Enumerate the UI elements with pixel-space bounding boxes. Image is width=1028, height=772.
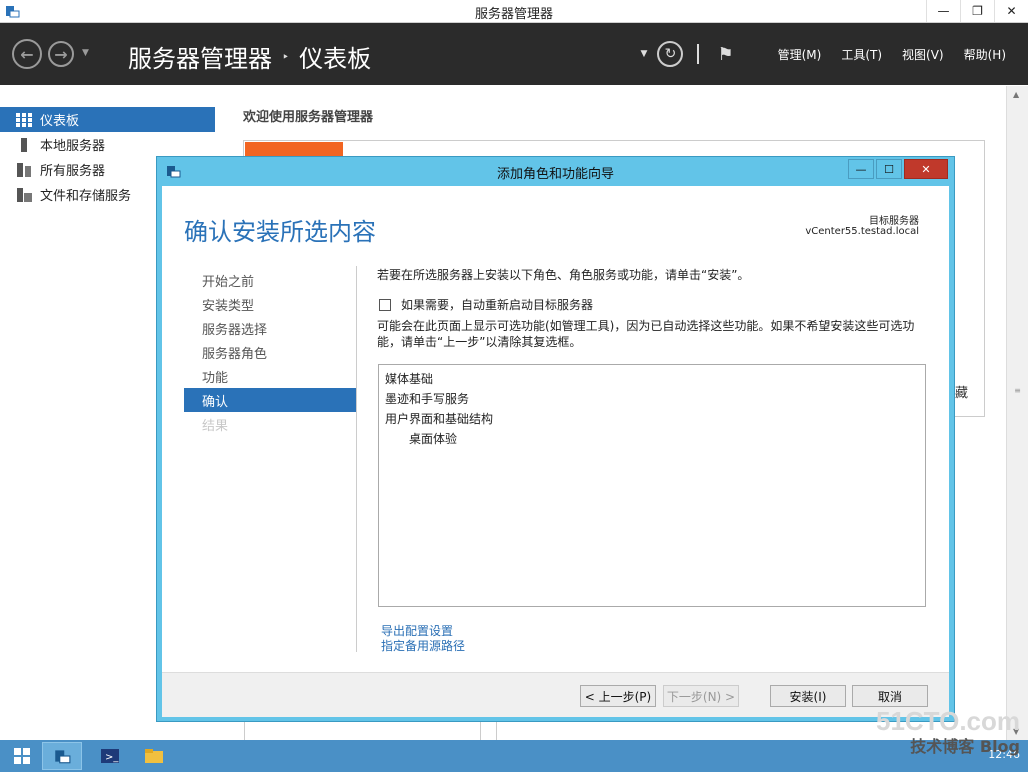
server-icon <box>21 137 27 152</box>
target-server-label: 目标服务器 <box>869 216 919 227</box>
forward-button[interactable]: → <box>48 41 74 67</box>
restore-button[interactable]: ❐ <box>960 0 994 22</box>
history-dropdown-icon[interactable]: ▼ <box>82 48 89 58</box>
close-icon: ✕ <box>921 162 931 176</box>
alternate-source-link[interactable]: 指定备用源路径 <box>381 637 465 654</box>
list-item: 用户界面和基础结构 <box>385 412 494 426</box>
svg-text:>_: >_ <box>105 752 119 763</box>
sidebar-item-label: 文件和存储服务 <box>40 189 132 204</box>
previous-button[interactable]: < 上一步(P) <box>580 685 656 707</box>
storage-icon <box>17 187 32 202</box>
close-button[interactable]: ✕ <box>994 0 1028 22</box>
page-title: 确认安装所选内容 <box>184 218 376 246</box>
menu-help[interactable]: 帮助(H) <box>964 46 1006 63</box>
wizard-steps: 开始之前 安装类型 服务器选择 服务器角色 功能 确认 结果 <box>184 268 356 436</box>
arrow-left-icon: ← <box>20 44 34 64</box>
list-item: 墨迹和手写服务 <box>385 392 470 406</box>
folder-icon <box>145 749 163 763</box>
refresh-button[interactable]: ↻ <box>657 41 684 67</box>
divider <box>244 720 245 740</box>
truncated-text: 藏 <box>955 386 969 401</box>
sidebar-item-label: 本地服务器 <box>40 139 106 154</box>
taskbar: >_ 12:46 <box>0 740 1028 772</box>
menu-tools[interactable]: 工具(T) <box>841 46 882 63</box>
maximize-icon: ☐ <box>884 162 894 176</box>
step-installation-type[interactable]: 安装类型 <box>184 292 356 316</box>
step-before-you-begin[interactable]: 开始之前 <box>184 268 356 292</box>
divider <box>356 266 357 652</box>
install-button[interactable]: 安装(I) <box>770 685 846 707</box>
sidebar-item-label: 所有服务器 <box>40 164 106 179</box>
divider <box>496 720 497 740</box>
breadcrumb-separator-icon: ‣ <box>282 49 290 64</box>
sidebar-item-local-server[interactable]: 本地服务器 <box>0 132 215 157</box>
breadcrumb-current: 仪表板 <box>299 45 372 73</box>
powershell-icon: >_ <box>101 749 119 763</box>
servers-icon <box>17 162 31 177</box>
sidebar-item-dashboard[interactable]: 仪表板 <box>0 107 215 132</box>
scroll-up-icon[interactable]: ▲ <box>1013 90 1019 99</box>
dialog-maximize-button[interactable]: ☐ <box>876 159 902 179</box>
divider <box>697 44 700 64</box>
taskbar-powershell[interactable]: >_ <box>90 742 130 770</box>
next-button[interactable]: 下一步(N) > <box>663 685 739 707</box>
watermark: 51CTO.com 技术博客 Blog <box>876 706 1020 757</box>
server-manager-icon <box>55 750 71 764</box>
features-list[interactable]: 媒体基础 墨迹和手写服务 用户界面和基础结构 桌面体验 <box>378 364 926 607</box>
divider <box>480 720 481 740</box>
restart-checkbox-label[interactable]: 如果需要，自动重新启动目标服务器 <box>401 296 593 313</box>
list-item: 桌面体验 <box>409 432 458 446</box>
list-item: 媒体基础 <box>385 372 434 386</box>
arrow-right-icon: → <box>54 44 68 64</box>
window-title: 服务器管理器 <box>474 7 553 22</box>
intro-text: 若要在所选服务器上安装以下角色、角色服务或功能，请单击“安装”。 <box>377 268 750 282</box>
breadcrumb: 服务器管理器 ‣ 仪表板 <box>128 39 371 74</box>
welcome-heading: 欢迎使用服务器管理器 <box>243 110 374 125</box>
back-button[interactable]: ← <box>12 39 42 69</box>
chevron-down-icon[interactable]: ▼ <box>641 49 648 59</box>
watermark-sub: 技术博客 <box>910 737 975 756</box>
step-server-roles[interactable]: 服务器角色 <box>184 340 356 364</box>
watermark-blog: Blog <box>979 737 1020 756</box>
dialog-titlebar: 添加角色和功能向导 — ☐ ✕ <box>157 157 954 186</box>
dialog-close-button[interactable]: ✕ <box>904 159 948 179</box>
step-results: 结果 <box>202 418 229 434</box>
restart-option[interactable]: 如果需要，自动重新启动目标服务器 <box>379 296 593 313</box>
menu-manage[interactable]: 管理(M) <box>778 46 822 63</box>
dialog-body: 确认安装所选内容 目标服务器 vCenter55.testad.local 开始… <box>162 186 949 717</box>
windows-logo-icon <box>14 748 30 764</box>
add-roles-wizard-dialog: 添加角色和功能向导 — ☐ ✕ 确认安装所选内容 目标服务器 vCenter55… <box>156 156 955 722</box>
dialog-minimize-button[interactable]: — <box>848 159 874 179</box>
window-titlebar: 服务器管理器 — ❐ ✕ <box>0 0 1028 23</box>
cancel-button[interactable]: 取消 <box>852 685 928 707</box>
step-confirmation[interactable]: 确认 <box>184 388 356 412</box>
dashboard-icon <box>16 112 32 127</box>
menu-view[interactable]: 视图(V) <box>902 46 944 63</box>
step-features[interactable]: 功能 <box>184 364 356 388</box>
optional-features-note: 可能会在此页面上显示可选功能(如管理工具)，因为已自动选择这些功能。如果不希望安… <box>377 319 915 349</box>
step-server-selection[interactable]: 服务器选择 <box>184 316 356 340</box>
minimize-icon: — <box>855 162 867 176</box>
taskbar-explorer[interactable] <box>134 742 174 770</box>
scroll-thumb[interactable]: ≡ <box>1012 386 1023 406</box>
app-header: ← → ▼ 服务器管理器 ‣ 仪表板 ▼ ↻ ⚑ 管理(M) 工具(T) 视图(… <box>0 23 1028 85</box>
notifications-flag-icon[interactable]: ⚑ <box>717 44 733 65</box>
refresh-icon: ↻ <box>664 46 677 62</box>
sidebar-item-label: 仪表板 <box>40 114 80 129</box>
target-server-value: vCenter55.testad.local <box>805 226 919 237</box>
breadcrumb-root[interactable]: 服务器管理器 <box>128 39 272 74</box>
taskbar-server-manager[interactable] <box>42 742 82 770</box>
minimize-button[interactable]: — <box>926 0 960 22</box>
dialog-title: 添加角色和功能向导 <box>496 167 614 182</box>
vertical-scrollbar[interactable]: ▲ ≡ ▼ <box>1006 86 1028 740</box>
restart-checkbox[interactable] <box>379 298 391 311</box>
start-button[interactable] <box>2 742 42 770</box>
dialog-footer: < 上一步(P) 下一步(N) > 安装(I) 取消 <box>162 672 949 717</box>
